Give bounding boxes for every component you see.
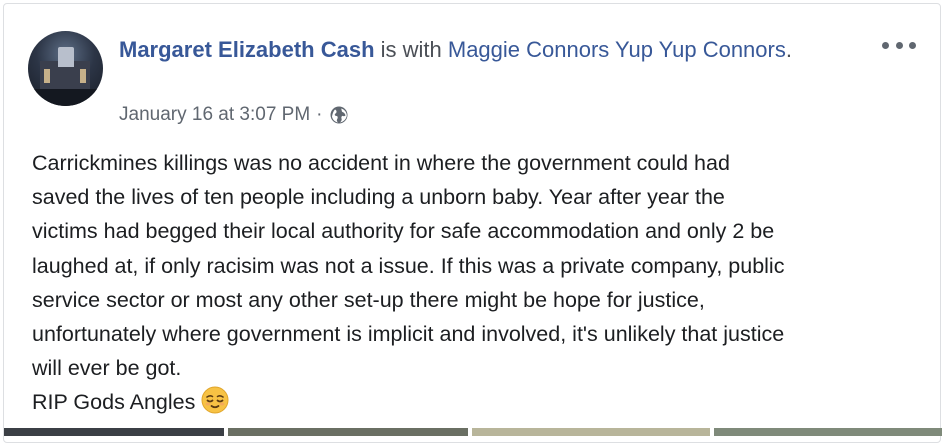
- post-card: Margaret Elizabeth Cash is with Maggie C…: [3, 3, 941, 443]
- post-body-line: Carrickmines killings was no accident in…: [32, 151, 730, 175]
- post-body-line: victims had begged their local authority…: [32, 219, 775, 244]
- timestamp-link[interactable]: January 16 at 3:07 PM: [119, 104, 310, 126]
- post-header: Margaret Elizabeth Cash is with Maggie C…: [119, 35, 839, 64]
- author-name-link[interactable]: Margaret Elizabeth Cash: [119, 37, 375, 62]
- post-body-line: laughed at, if only racisim was not a is…: [32, 253, 785, 278]
- post-body-line: unfortunately where government is implic…: [32, 322, 785, 347]
- photo-thumbnail[interactable]: [714, 428, 942, 436]
- meta-separator: ·: [316, 104, 323, 125]
- globe-icon[interactable]: [329, 105, 349, 125]
- more-options-icon[interactable]: [882, 36, 916, 54]
- author-avatar[interactable]: [28, 31, 103, 106]
- relieved-face-emoji: [201, 386, 229, 424]
- with-text: is with: [374, 37, 448, 62]
- post-body-line: service sector or most any other set-up …: [32, 287, 705, 312]
- photo-thumbnail[interactable]: [228, 428, 468, 436]
- post-closing-line: RIP Gods Angles: [32, 385, 922, 424]
- photo-thumbnail[interactable]: [4, 428, 224, 436]
- tagged-friend-link[interactable]: Maggie Connors Yup Yup Connors: [448, 37, 786, 62]
- post-body-line: will ever be got.: [32, 356, 182, 381]
- post-closing-text: RIP Gods Angles: [32, 390, 196, 415]
- photo-strip[interactable]: [4, 428, 942, 436]
- tagged-suffix: .: [785, 37, 792, 62]
- post-meta: January 16 at 3:07 PM ·: [119, 102, 349, 128]
- post-body: Carrickmines killings was no accident in…: [32, 146, 922, 425]
- post-body-line: saved the lives of ten people including …: [32, 185, 725, 210]
- photo-thumbnail[interactable]: [472, 428, 710, 436]
